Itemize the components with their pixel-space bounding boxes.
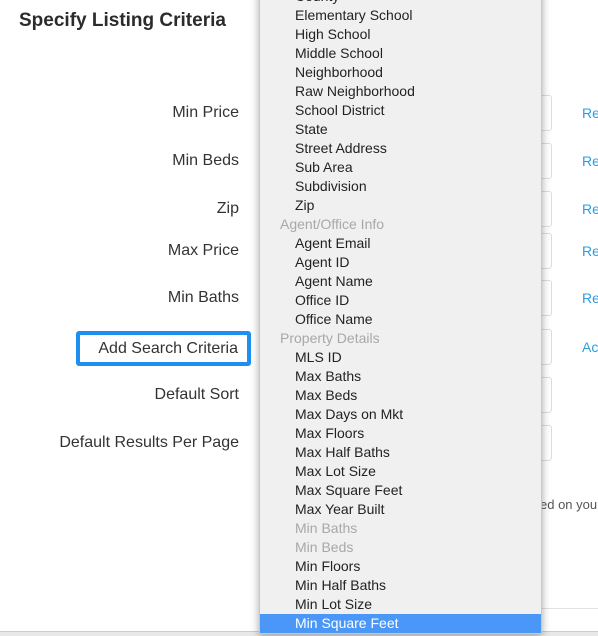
zip-label: Zip [216,200,239,217]
menu-item[interactable]: Zip [260,196,541,215]
menu-item[interactable]: Max Lot Size [260,462,541,481]
menu-item[interactable]: Max Floors [260,424,541,443]
divider [540,608,598,609]
min-baths-label: Min Baths [167,289,239,306]
menu-item[interactable]: MLS ID [260,348,541,367]
menu-item[interactable]: Max Square Feet [260,481,541,500]
min-baths-action-link[interactable]: Re [582,290,598,306]
menu-item[interactable]: State [260,120,541,139]
page-title: Specify Listing Criteria [19,10,226,31]
menu-item[interactable]: Min Square Feet [260,614,541,633]
default-results-per-page-label: Default Results Per Page [59,434,239,451]
menu-item[interactable]: Agent Email [260,234,541,253]
max-price-action-link[interactable]: Re [582,243,598,259]
min-price-label: Min Price [172,104,239,121]
menu-item[interactable]: Elementary School [260,6,541,25]
add-search-criteria-label: Add Search Criteria [98,339,238,357]
help-text: ed on you [540,497,598,512]
menu-item[interactable]: Raw Neighborhood [260,82,541,101]
menu-item[interactable]: Agent ID [260,253,541,272]
min-beds-label: Min Beds [172,152,239,169]
menu-item[interactable]: Agent Name [260,272,541,291]
menu-item[interactable]: Max Year Built [260,500,541,519]
menu-item[interactable]: Max Days on Mkt [260,405,541,424]
menu-item[interactable]: Neighborhood [260,63,541,82]
menu-item[interactable]: Subdivision [260,177,541,196]
menu-item[interactable]: Max Beds [260,386,541,405]
menu-item[interactable]: Office ID [260,291,541,310]
menu-item[interactable]: Min Half Baths [260,576,541,595]
menu-item[interactable]: Middle School [260,44,541,63]
search-criteria-dropdown-menu[interactable]: CountyElementary SchoolHigh SchoolMiddle… [259,0,542,634]
menu-item[interactable]: Min Lot Size [260,595,541,614]
add-search-criteria-action-link[interactable]: Ac [582,339,598,355]
min-beds-action-link[interactable]: Re [582,153,598,169]
min-price-action-link[interactable]: Re [582,105,598,121]
zip-action-link[interactable]: Re [582,201,598,217]
menu-item[interactable]: Min Floors [260,557,541,576]
menu-item: Min Beds [295,539,354,555]
menu-item[interactable]: School District [260,101,541,120]
menu-item[interactable]: Street Address [260,139,541,158]
max-price-label: Max Price [167,242,239,259]
add-search-criteria-select[interactable]: Add Search Criteria [76,331,251,366]
menu-item[interactable]: Max Baths [260,367,541,386]
menu-item: Min Baths [295,520,358,536]
menu-item[interactable]: High School [260,25,541,44]
menu-item[interactable]: Sub Area [260,158,541,177]
menu-item[interactable]: Max Half Baths [260,443,541,462]
default-sort-label: Default Sort [154,386,239,403]
menu-group-header: Property Details [280,330,380,346]
menu-item[interactable]: Office Name [260,310,541,329]
menu-group-header: Agent/Office Info [280,216,385,232]
